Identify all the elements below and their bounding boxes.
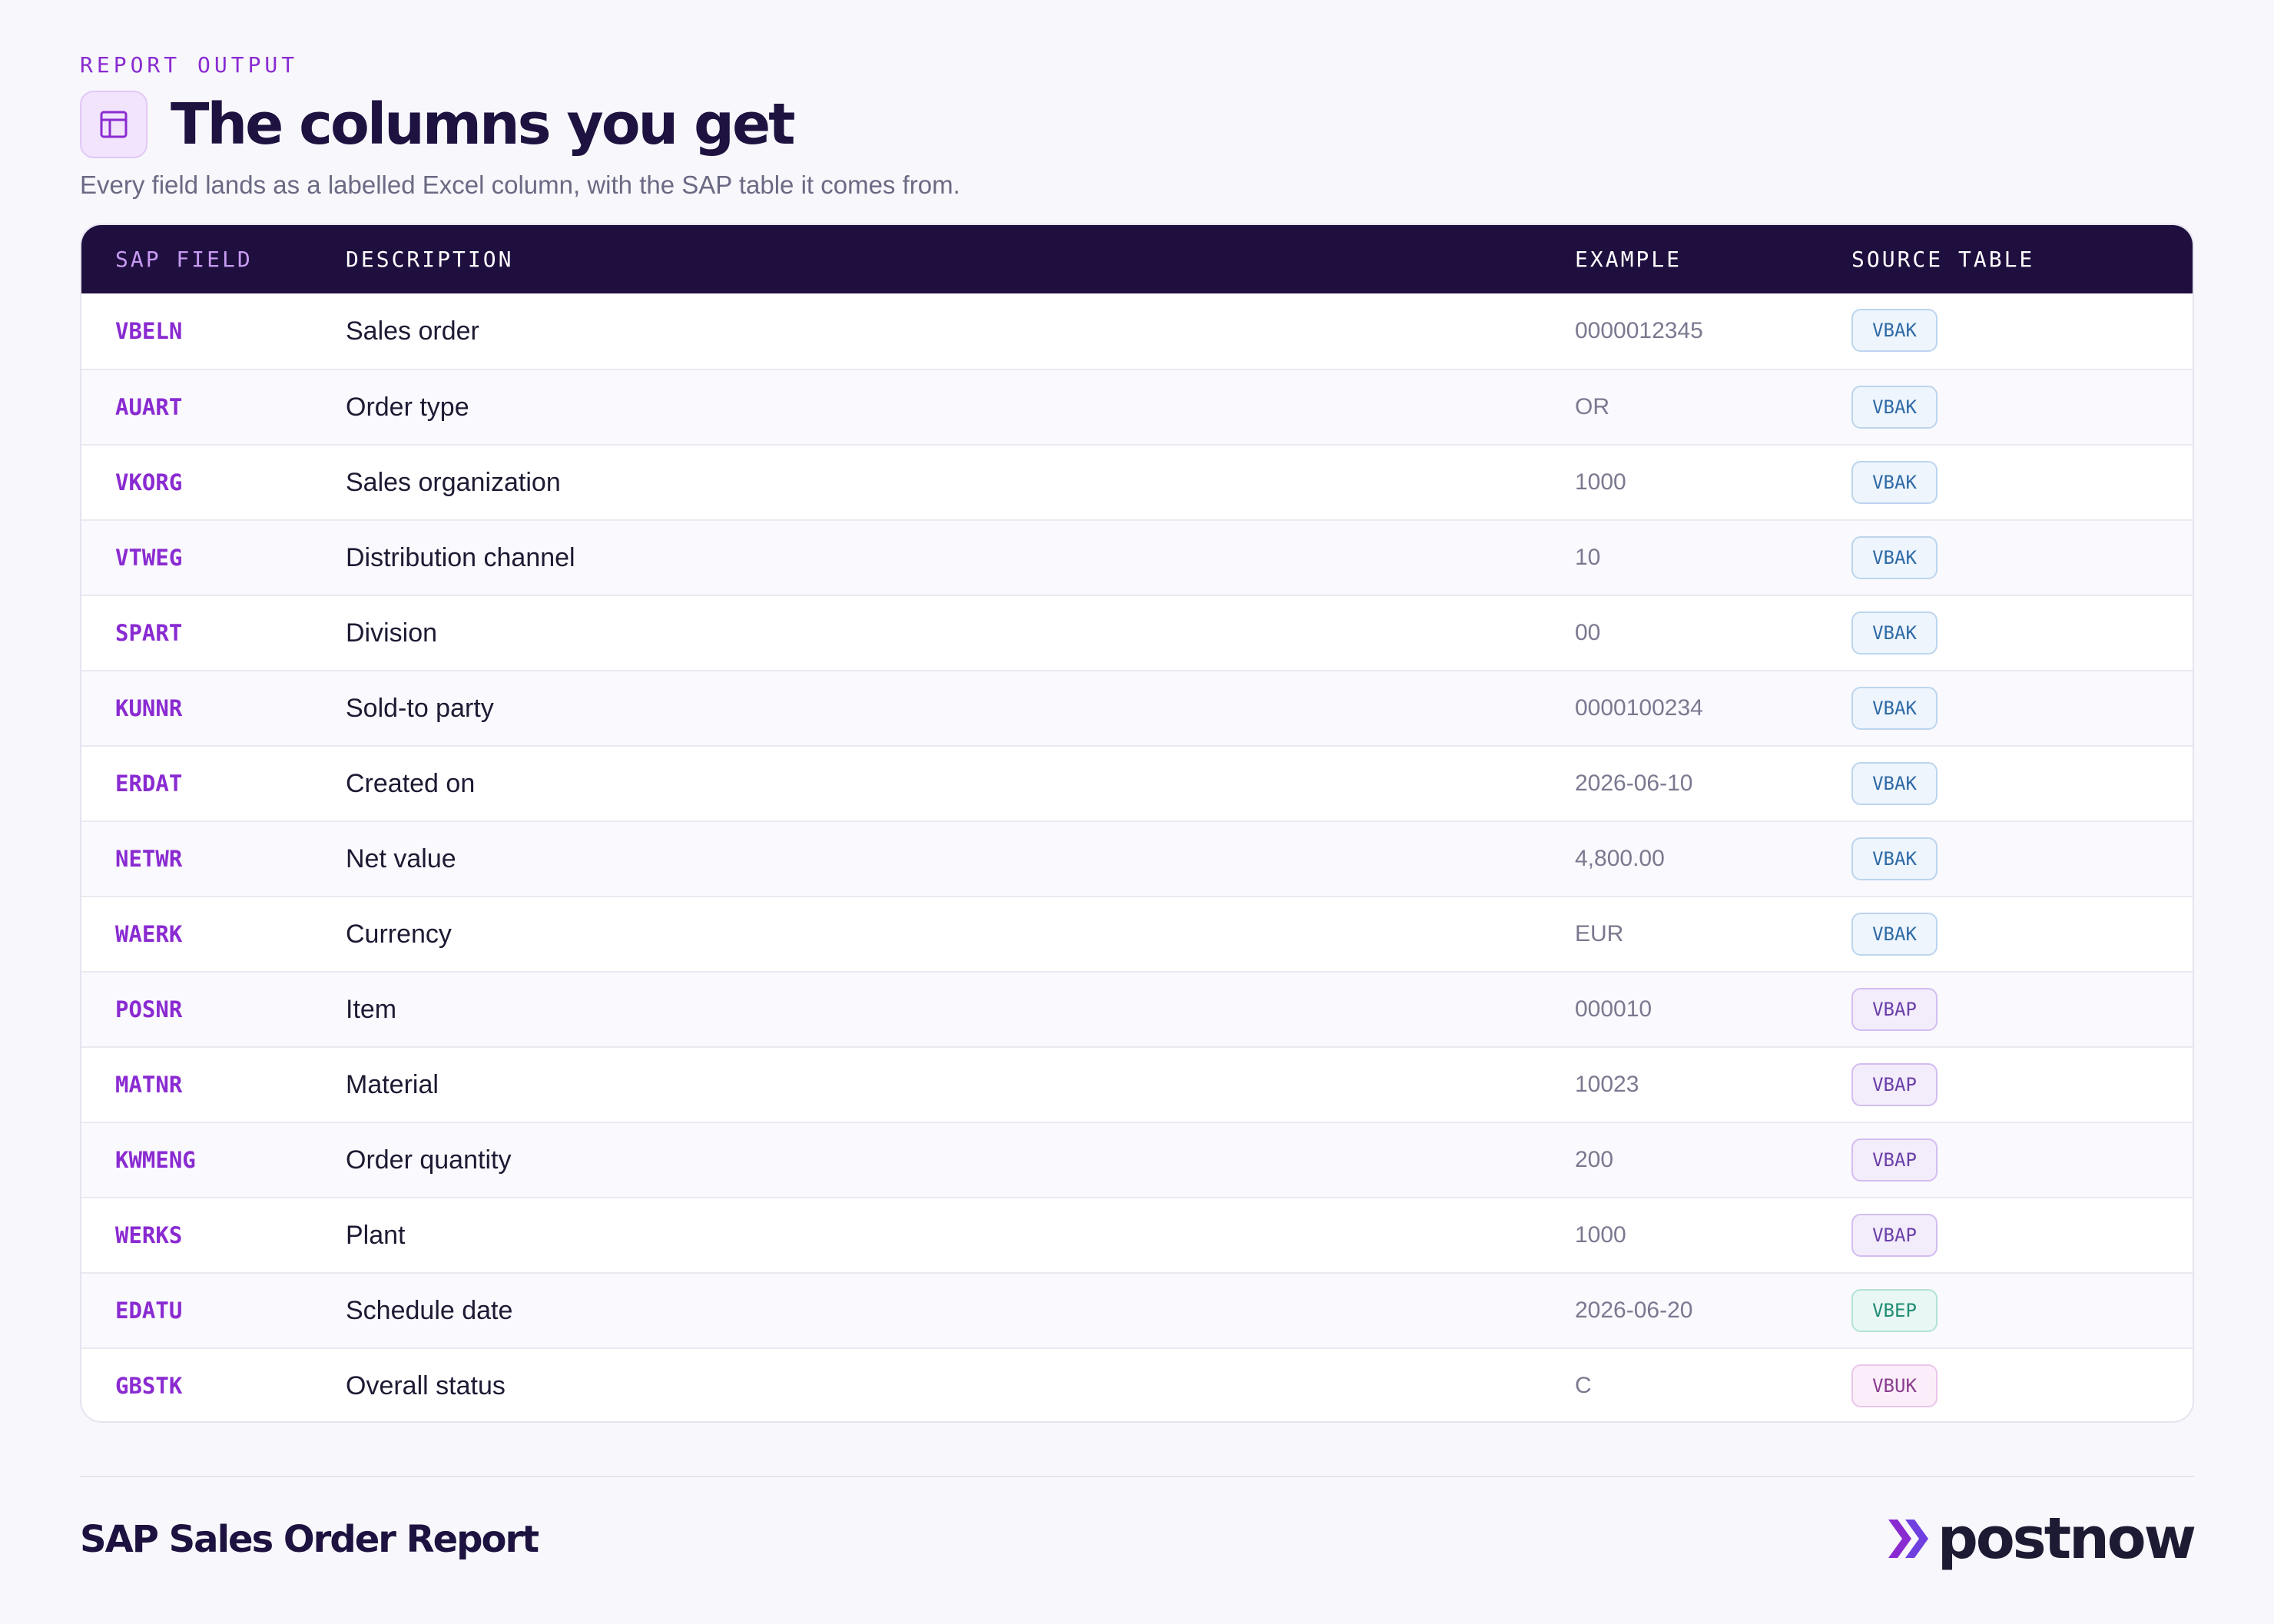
sap-field-cell: NETWR [115,846,183,872]
table-row: VKORG Sales organization 1000 VBAK [81,444,2193,519]
table-row: WAERK Currency EUR VBAK [81,896,2193,971]
columns-table: SAP FIELD DESCRIPTION EXAMPLE SOURCE TAB… [80,224,2194,1423]
description-cell: Overall status [346,1370,506,1400]
table-row: WERKS Plant 1000 VBAP [81,1197,2193,1272]
example-cell: 1000 [1575,1222,1626,1248]
source-table-badge: VBUK [1851,1364,1938,1407]
source-table-badge: VBAP [1851,1214,1938,1257]
example-cell: OR [1575,394,1609,419]
footer-divider [80,1476,2194,1477]
example-cell: 4,800.00 [1575,846,1665,871]
example-cell: 000010 [1575,996,1652,1022]
description-cell: Sales organization [346,467,561,497]
source-table-badge: VBAP [1851,1138,1938,1182]
table-row: ERDAT Created on 2026-06-10 VBAK [81,745,2193,820]
example-cell: 2026-06-20 [1575,1298,1693,1323]
description-cell: Distribution channel [346,542,575,572]
example-cell: 00 [1575,620,1601,645]
table-row: KWMENG Order quantity 200 VBAP [81,1122,2193,1197]
example-cell: 2026-06-10 [1575,771,1693,796]
description-cell: Schedule date [346,1295,513,1325]
table-row: AUART Order type OR VBAK [81,369,2193,444]
column-header-source-table: SOURCE TABLE [1851,247,2035,272]
example-cell: 0000012345 [1575,318,1703,343]
description-cell: Sold-to party [346,693,494,723]
description-cell: Division [346,618,438,648]
sap-field-cell: GBSTK [115,1373,183,1399]
table-header: SAP FIELD DESCRIPTION EXAMPLE SOURCE TAB… [81,225,2193,293]
description-cell: Material [346,1069,439,1099]
sap-field-cell: KUNNR [115,695,183,721]
description-cell: Item [346,994,397,1024]
sap-field-cell: VKORG [115,469,183,495]
description-cell: Sales order [346,316,479,346]
column-header-sap-field: SAP FIELD [115,247,253,272]
table-row: SPART Division 00 VBAK [81,595,2193,670]
description-cell: Plant [346,1220,406,1250]
brand-name: postnow [1937,1506,2196,1572]
source-table-badge: VBAK [1851,386,1938,429]
example-cell: 0000100234 [1575,695,1703,721]
sap-field-cell: VBELN [115,318,183,344]
sap-field-cell: EDATU [115,1298,183,1324]
report-page: REPORT OUTPUT The columns you get Every … [0,0,2274,1624]
example-cell: EUR [1575,921,1624,946]
sap-field-cell: ERDAT [115,771,183,797]
sap-field-cell: SPART [115,620,183,646]
source-table-badge: VBAK [1851,687,1938,730]
sap-field-cell: VTWEG [115,545,183,571]
example-cell: 1000 [1575,469,1626,495]
example-cell: C [1575,1373,1592,1398]
source-table-badge: VBAK [1851,913,1938,956]
double-chevron-right-icon [1888,1520,1928,1558]
description-cell: Order type [346,392,469,422]
description-cell: Currency [346,919,452,949]
source-table-badge: VBAK [1851,309,1938,352]
table-body: VBELN Sales order 0000012345 VBAK AUART Order… [81,293,2193,1421]
table-row: KUNNR Sold-to party 0000100234 VBAK [81,670,2193,745]
source-table-badge: VBAP [1851,1063,1938,1106]
sap-field-cell: KWMENG [115,1147,196,1173]
sap-field-cell: WERKS [115,1222,183,1248]
sap-field-cell: WAERK [115,921,183,947]
example-cell: 10023 [1575,1072,1639,1097]
eyebrow-label: REPORT OUTPUT [80,52,299,78]
table-row: VBELN Sales order 0000012345 VBAK [81,293,2193,369]
sap-field-cell: MATNR [115,1072,183,1098]
example-cell: 10 [1575,545,1601,570]
table-row: GBSTK Overall status C VBUK [81,1347,2193,1421]
sap-field-cell: POSNR [115,996,183,1022]
source-table-badge: VBAK [1851,611,1938,655]
table-row: MATNR Material 10023 VBAP [81,1046,2193,1122]
column-header-example: EXAMPLE [1575,247,1682,272]
page-subtitle: Every field lands as a labelled Excel co… [80,171,960,199]
source-table-badge: VBAK [1851,536,1938,579]
column-header-description: DESCRIPTION [346,247,514,272]
brand-logo: postnow [1887,1506,2196,1572]
table-row: EDATU Schedule date 2026-06-20 VBEP [81,1272,2193,1347]
example-cell: 200 [1575,1147,1614,1172]
page-title: The columns you get [171,91,796,157]
source-table-badge: VBAK [1851,837,1938,880]
source-table-badge: VBAK [1851,461,1938,504]
description-cell: Created on [346,768,476,798]
description-cell: Order quantity [346,1145,512,1175]
table-row: POSNR Item 000010 VBAP [81,971,2193,1046]
table-row: NETWR Net value 4,800.00 VBAK [81,820,2193,896]
source-table-badge: VBEP [1851,1289,1938,1332]
source-table-badge: VBAP [1851,988,1938,1031]
description-cell: Net value [346,843,456,873]
table-layout-icon [80,91,148,158]
source-table-badge: VBAK [1851,762,1938,805]
table-row: VTWEG Distribution channel 10 VBAK [81,519,2193,595]
title-row: The columns you get [80,89,796,160]
footer-title: SAP Sales Order Report [80,1518,539,1561]
sap-field-cell: AUART [115,394,183,420]
